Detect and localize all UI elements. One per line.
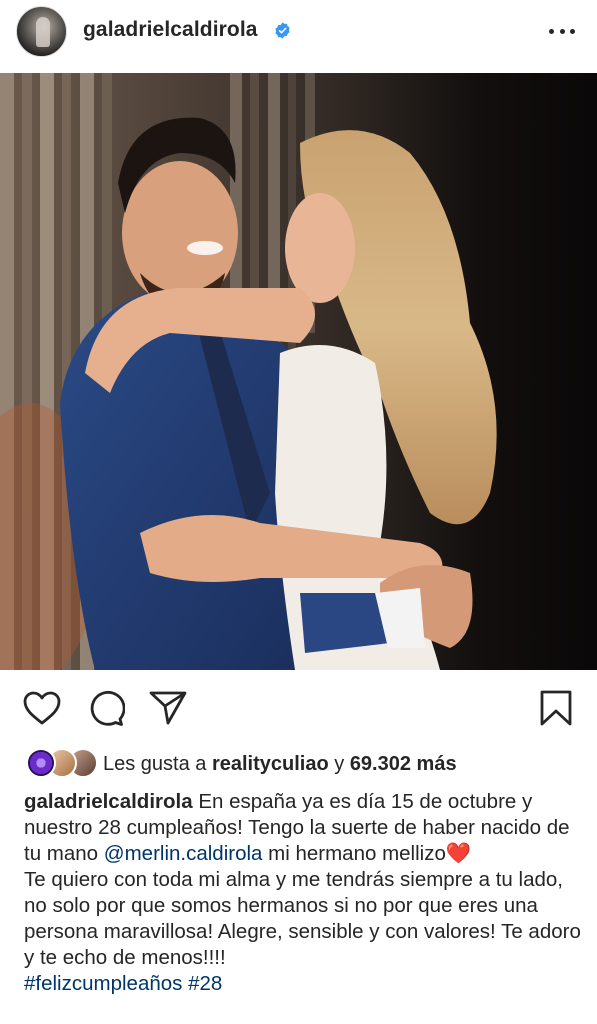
save-bookmark-icon[interactable] — [536, 688, 576, 728]
mention-link[interactable]: @merlin.caldirola — [104, 842, 263, 865]
caption-username[interactable]: galadrielcaldirola — [24, 790, 193, 813]
liker-avatar — [26, 748, 56, 778]
liker-username[interactable]: realityculiao — [212, 753, 329, 775]
post-caption: galadrielcaldirola En españa ya es día 1… — [24, 789, 584, 997]
like-heart-icon[interactable] — [22, 688, 62, 728]
avatar[interactable] — [16, 6, 67, 57]
comment-icon[interactable] — [86, 688, 126, 728]
wedding-photo-image — [0, 73, 597, 670]
likes-count[interactable]: 69.302 más — [350, 753, 457, 775]
heart-emoji-icon: ❤️ — [445, 842, 472, 865]
share-paper-plane-icon[interactable] — [148, 688, 188, 728]
caption-paragraph: Te quiero con toda mi alma y me tendrás … — [24, 868, 581, 969]
post-photo[interactable] — [0, 73, 597, 670]
likes-row[interactable]: Les gusta a realityculiao y 69.302 más — [0, 744, 597, 784]
post-header: galadrielcaldirola — [0, 0, 597, 72]
likes-text: Les gusta a realityculiao y 69.302 más — [103, 753, 457, 775]
post-actions — [0, 680, 597, 738]
post-username[interactable]: galadrielcaldirola — [83, 18, 258, 42]
hashtags-link[interactable]: #felizcumpleaños #28 — [24, 971, 584, 997]
more-options-icon[interactable] — [549, 24, 575, 38]
verified-badge-icon — [275, 22, 290, 39]
